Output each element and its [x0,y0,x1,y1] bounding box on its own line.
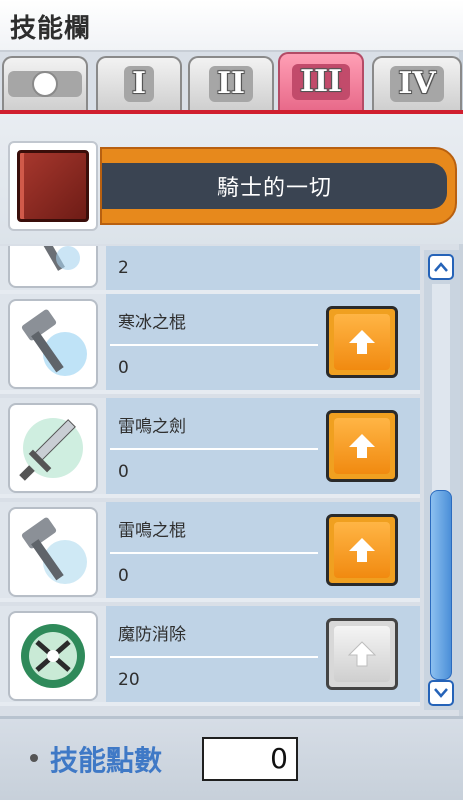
tab-job-1[interactable]: I [96,56,182,110]
tab-job-2[interactable]: II [188,56,274,110]
skill-level: 2 [118,258,129,278]
skill-row: 雷鳴之棍 0 [0,502,420,602]
skill-up-button[interactable] [326,410,398,482]
skill-name: 魔防消除 [118,625,186,645]
up-arrow-icon [349,330,375,354]
lightning-sword-icon[interactable] [8,403,98,493]
skill-level: 20 [118,670,140,690]
scroll-up-button[interactable] [428,254,454,280]
skill-up-button[interactable] [326,514,398,586]
ice-hammer-icon[interactable] [8,299,98,389]
job-banner: 騎士的一切 [100,147,457,225]
up-arrow-icon [347,641,377,667]
tab-label-2: II [208,66,254,102]
skill-up-button[interactable] [326,306,398,378]
skill-row: 魔防消除 20 [0,606,420,706]
magic-crash-icon[interactable] [8,611,98,701]
skill-name: 雷鳴之棍 [118,521,186,541]
bullet-icon [30,754,38,762]
job-book-icon [8,141,98,231]
scrollbar[interactable] [424,250,460,710]
skill-window: 技能欄 I II III IV 騎士的一切 2 寒冰之棍 0 雷鳴之劍 0 雷鳴… [0,0,463,800]
skill-up-button-disabled[interactable] [326,618,398,690]
job-name: 騎士的一切 [216,176,332,201]
skill-level: 0 [118,358,129,378]
tab-label-4: IV [390,66,444,102]
skill-level: 0 [118,566,129,586]
book-icon [17,150,89,222]
skill-points-value: 0 [202,737,298,781]
tab-label-3: III [291,64,351,100]
tab-beginner[interactable] [2,56,88,110]
job-header: 騎士的一切 [0,114,463,244]
skill-level: 0 [118,462,129,482]
skill-name: 寒冰之棍 [118,313,186,333]
circle-icon [32,71,58,97]
skill-row: 雷鳴之劍 0 [0,398,420,498]
job-tabs: I II III IV [0,52,463,112]
scroll-thumb[interactable] [430,490,452,680]
title-bar[interactable]: 技能欄 [0,0,463,52]
skill-row: 2 [0,246,420,294]
skill-row: 寒冰之棍 0 [0,294,420,394]
tab-label-1: I [123,66,155,102]
tab-job-4[interactable]: IV [372,56,462,110]
chevron-down-icon [434,688,448,698]
hammer-icon[interactable] [8,246,98,288]
up-arrow-icon [349,434,375,458]
up-arrow-icon [349,538,375,562]
tab-job-3[interactable]: III [278,52,364,110]
window-title: 技能欄 [10,14,92,44]
lightning-hammer-icon[interactable] [8,507,98,597]
skill-points-label: 技能點數 [50,744,163,777]
footer: 技能點數 0 [0,716,463,800]
skill-list: 2 寒冰之棍 0 雷鳴之劍 0 雷鳴之棍 0 魔防消除 20 [0,246,420,706]
skill-name: 雷鳴之劍 [118,417,186,437]
scroll-down-button[interactable] [428,680,454,706]
chevron-up-icon [434,262,448,272]
